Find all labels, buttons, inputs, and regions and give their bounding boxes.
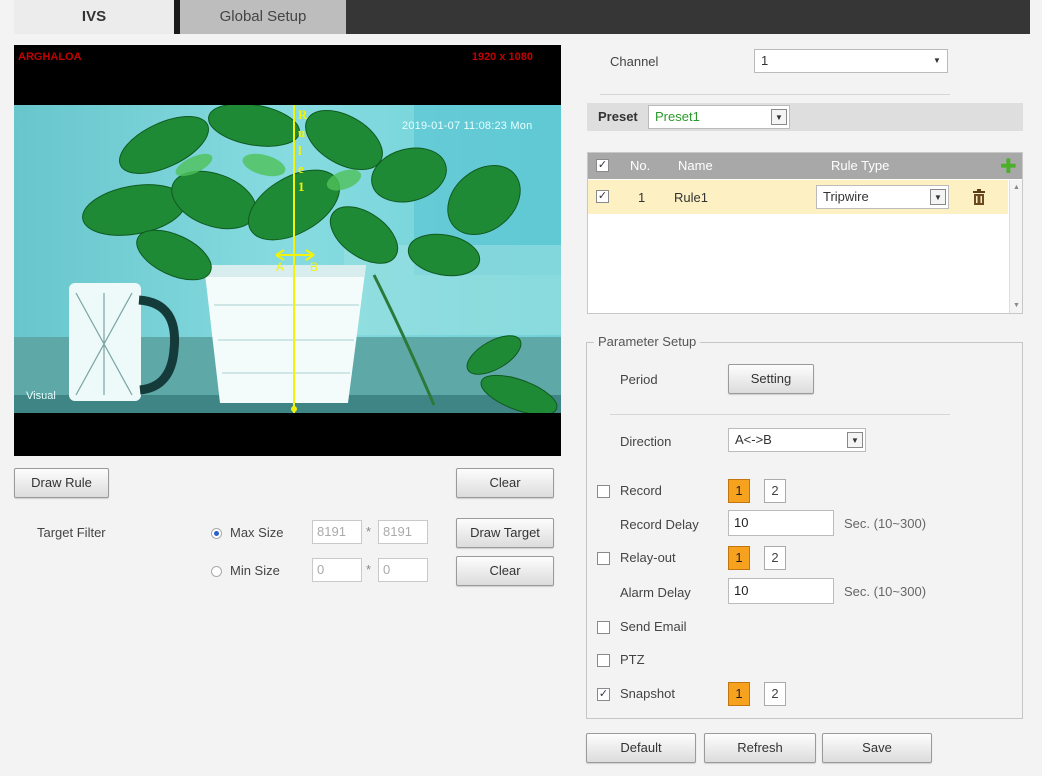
min-height-input[interactable]: 0 xyxy=(378,558,428,582)
header-rule-type: Rule Type xyxy=(831,158,890,173)
max-size-radio[interactable] xyxy=(211,528,222,539)
record-checkbox[interactable] xyxy=(597,485,610,498)
svg-text:l: l xyxy=(298,143,302,158)
direction-label: Direction xyxy=(620,434,672,449)
video-source-label: Visual xyxy=(26,390,56,402)
video-overlay-channel: ARGHALOA xyxy=(18,51,82,63)
channel-select[interactable]: 1 ▼ xyxy=(754,49,948,73)
rule-table-scrollbar[interactable]: ▲ ▼ xyxy=(1009,180,1022,313)
record-delay-input[interactable]: 10 xyxy=(728,510,834,536)
table-row[interactable]: ✓ 1 Rule1 Tripwire ▼ xyxy=(588,180,1008,214)
max-size-times: * xyxy=(366,524,372,539)
scroll-up-icon[interactable]: ▲ xyxy=(1013,184,1020,191)
row-checkbox[interactable]: ✓ xyxy=(596,190,609,203)
plus-icon[interactable]: ✚ xyxy=(1000,154,1017,179)
rule-table: ✓ No. Name Rule Type ✚ ✓ 1 Rule1 Tripwir… xyxy=(587,152,1023,314)
chevron-down-icon: ▼ xyxy=(930,189,946,205)
alarm-delay-label: Alarm Delay xyxy=(620,585,691,600)
select-all-checkbox[interactable]: ✓ xyxy=(596,159,609,172)
send-email-checkbox[interactable] xyxy=(597,621,610,634)
video-overlay-resolution: 1920 x 1080 xyxy=(471,51,533,63)
video-preview[interactable]: ARGHALOA 1920 x 1080 R u l e 1 A B 2019-… xyxy=(14,45,561,456)
record-channel-1-button[interactable]: 1 xyxy=(728,479,750,503)
send-email-label: Send Email xyxy=(620,619,687,634)
tripwire-point-b: B xyxy=(310,260,318,274)
record-label: Record xyxy=(620,483,662,498)
divider xyxy=(600,94,950,95)
period-setting-button[interactable]: Setting xyxy=(728,364,814,394)
snapshot-checkbox[interactable]: ✓ xyxy=(597,688,610,701)
alarm-delay-hint: Sec. (10~300) xyxy=(844,584,927,599)
clear-target-button[interactable]: Clear xyxy=(456,556,554,586)
snapshot-channel-2-button[interactable]: 2 xyxy=(764,682,786,706)
record-channel-2-button[interactable]: 2 xyxy=(764,479,786,503)
video-timestamp: 2019-01-07 11:08:23 Mon xyxy=(402,120,533,132)
header-no: No. xyxy=(630,158,651,173)
svg-text:e: e xyxy=(298,161,304,176)
relay-channel-2-button[interactable]: 2 xyxy=(764,546,786,570)
rule-type-value: Tripwire xyxy=(823,189,869,204)
tab-ivs[interactable]: IVS xyxy=(14,0,174,34)
svg-text:1: 1 xyxy=(298,179,305,194)
period-label: Period xyxy=(620,372,658,387)
rule-type-select[interactable]: Tripwire ▼ xyxy=(816,185,949,209)
direction-select[interactable]: A<->B ▼ xyxy=(728,428,866,452)
relay-channel-1-button[interactable]: 1 xyxy=(728,546,750,570)
flower-pot xyxy=(204,265,366,403)
draw-target-button[interactable]: Draw Target xyxy=(456,518,554,548)
chevron-down-icon: ▼ xyxy=(933,56,941,65)
default-button[interactable]: Default xyxy=(586,733,696,763)
channel-label: Channel xyxy=(610,54,659,69)
scroll-down-icon[interactable]: ▼ xyxy=(1013,302,1020,309)
chevron-down-icon: ▼ xyxy=(847,432,863,448)
alarm-delay-input[interactable]: 10 xyxy=(728,578,834,604)
parameter-setup-legend: Parameter Setup xyxy=(594,334,701,349)
channel-select-value: 1 xyxy=(761,53,769,68)
trash-icon[interactable] xyxy=(972,189,986,205)
row-name: Rule1 xyxy=(674,190,708,205)
tripwire-point-a: A xyxy=(276,260,284,274)
target-filter-label: Target Filter xyxy=(37,525,106,540)
relay-out-label: Relay-out xyxy=(620,550,676,565)
clear-rule-button[interactable]: Clear xyxy=(456,468,554,498)
max-height-input[interactable]: 8191 xyxy=(378,520,428,544)
header-name: Name xyxy=(678,158,713,173)
divider xyxy=(610,414,950,415)
min-size-times: * xyxy=(366,562,372,577)
max-width-input[interactable]: 8191 xyxy=(312,520,362,544)
preset-select-value: Preset1 xyxy=(655,109,700,124)
relay-out-checkbox[interactable] xyxy=(597,552,610,565)
svg-text:u: u xyxy=(298,125,305,140)
camera-scene: R u l e 1 A B xyxy=(14,105,561,413)
svg-text:R: R xyxy=(298,107,308,122)
draw-rule-button[interactable]: Draw Rule xyxy=(14,468,109,498)
row-no: 1 xyxy=(638,190,646,205)
record-delay-label: Record Delay xyxy=(620,517,699,532)
min-size-label: Min Size xyxy=(230,563,280,578)
snapshot-label: Snapshot xyxy=(620,686,675,701)
ptz-checkbox[interactable] xyxy=(597,654,610,667)
ptz-label: PTZ xyxy=(620,652,645,667)
rule-table-header: ✓ No. Name Rule Type ✚ xyxy=(588,153,1022,179)
tab-global-setup[interactable]: Global Setup xyxy=(180,0,346,34)
preset-label: Preset xyxy=(598,109,638,124)
save-button[interactable]: Save xyxy=(822,733,932,763)
refresh-button[interactable]: Refresh xyxy=(704,733,816,763)
min-size-radio[interactable] xyxy=(211,566,222,577)
preset-select[interactable]: Preset1 ▼ xyxy=(648,105,790,129)
max-size-label: Max Size xyxy=(230,525,284,540)
record-delay-hint: Sec. (10~300) xyxy=(844,516,927,531)
snapshot-channel-1-button[interactable]: 1 xyxy=(728,682,750,706)
min-width-input[interactable]: 0 xyxy=(312,558,362,582)
chevron-down-icon: ▼ xyxy=(771,109,787,125)
direction-select-value: A<->B xyxy=(735,432,772,447)
